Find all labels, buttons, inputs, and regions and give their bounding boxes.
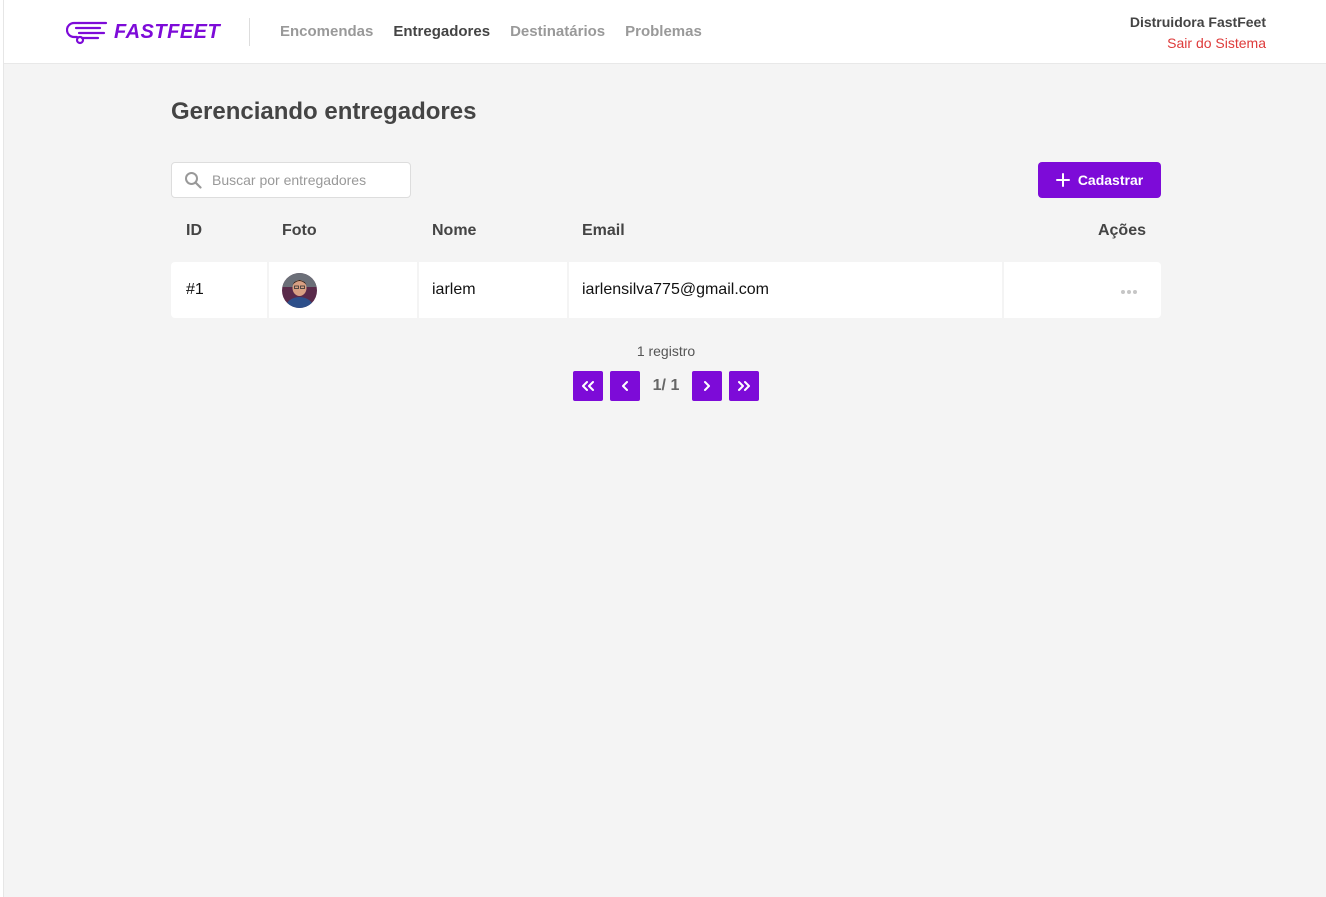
truck-logo-icon: [66, 21, 108, 45]
pager: 1/ 1: [171, 371, 1161, 401]
column-header-acoes: Ações: [1097, 222, 1146, 239]
user-box: Distruidora FastFeet Sair do Sistema: [1130, 14, 1266, 51]
first-page-button[interactable]: [572, 371, 603, 401]
nav-item-problemas[interactable]: Problemas: [625, 22, 702, 42]
column-header-foto: Foto: [282, 222, 317, 239]
main-content: Gerenciando entregadores Cadastrar ID Fo…: [171, 96, 1161, 401]
column-divider: [417, 262, 419, 318]
top-header: FASTFEET Encomendas Entregadores Destina…: [4, 0, 1326, 64]
fastfeet-logo[interactable]: FASTFEET: [66, 18, 220, 46]
avatar: [282, 272, 317, 308]
cell-foto: [267, 272, 417, 308]
column-header-email: Email: [582, 222, 625, 239]
add-button-label: Cadastrar: [1077, 172, 1144, 188]
logout-link[interactable]: Sair do Sistema: [1130, 35, 1266, 51]
nav-item-destinatarios[interactable]: Destinatários: [510, 22, 605, 42]
previous-page-button[interactable]: [609, 371, 640, 401]
nav-item-encomendas[interactable]: Encomendas: [280, 22, 373, 42]
toolbar: Cadastrar: [171, 162, 1161, 198]
column-divider: [567, 262, 569, 318]
pagination: 1 registro 1/ 1: [171, 342, 1161, 401]
table-row: #1 iarlem iarlensilva775@gmail.com: [171, 262, 1161, 318]
logo-text: FASTFEET: [114, 20, 221, 43]
main-nav: Encomendas Entregadores Destinatários Pr…: [280, 22, 702, 42]
header-divider: [249, 18, 250, 46]
double-chevron-left-icon: [581, 381, 594, 391]
more-actions-icon[interactable]: [1117, 286, 1141, 298]
chevron-right-icon: [704, 381, 711, 391]
search-input[interactable]: [212, 172, 402, 188]
column-header-nome: Nome: [432, 222, 477, 239]
last-page-button[interactable]: [729, 371, 760, 401]
column-divider: [1002, 262, 1004, 318]
chevron-left-icon: [621, 381, 628, 391]
record-count: 1 registro: [636, 343, 696, 359]
column-divider: [267, 262, 269, 318]
cell-email: iarlensilva775@gmail.com: [582, 281, 769, 298]
double-chevron-right-icon: [738, 381, 751, 391]
add-deliveryman-button[interactable]: Cadastrar: [1038, 162, 1161, 198]
column-header-id: ID: [186, 222, 202, 239]
next-page-button[interactable]: [692, 371, 723, 401]
window-edge: [0, 0, 4, 897]
deliverymen-table: ID Foto Nome Email Ações #1 iarlem iarle…: [171, 220, 1161, 318]
cell-id: #1: [186, 281, 204, 298]
cell-nome: iarlem: [432, 281, 476, 298]
cell-acoes: [1002, 281, 1161, 299]
search-icon: [185, 172, 202, 189]
search-box[interactable]: [171, 162, 411, 198]
page-indicator: 1/ 1: [652, 377, 680, 394]
table-header: ID Foto Nome Email Ações: [171, 220, 1161, 242]
user-name: Distruidora FastFeet: [1129, 14, 1266, 30]
page-title: Gerenciando entregadores: [171, 98, 477, 125]
plus-icon: [1055, 173, 1070, 187]
nav-item-entregadores[interactable]: Entregadores: [393, 22, 490, 42]
